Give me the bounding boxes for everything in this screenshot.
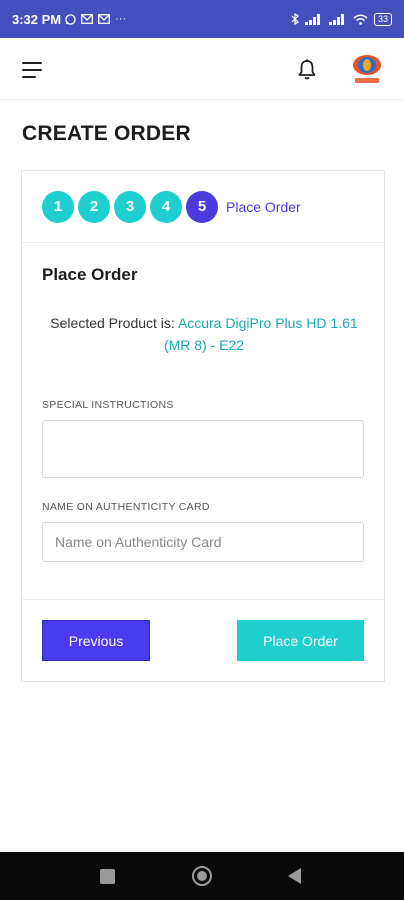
- card-divider: [22, 599, 384, 600]
- menu-icon[interactable]: [22, 62, 42, 78]
- battery-icon: 33: [373, 12, 392, 26]
- section-title: Place Order: [42, 265, 138, 284]
- previous-button[interactable]: Previous: [42, 620, 150, 661]
- back-icon[interactable]: [288, 868, 301, 884]
- status-right: 33: [291, 12, 392, 26]
- stepper: 1 2 3 4 5 Place Order: [22, 171, 384, 243]
- place-order-button[interactable]: Place Order: [237, 620, 364, 661]
- step-3[interactable]: 3: [114, 190, 146, 223]
- bluetooth-icon: [291, 13, 299, 25]
- mail-icon: [81, 14, 94, 24]
- bell-icon[interactable]: [296, 58, 318, 82]
- home-icon[interactable]: [192, 866, 212, 886]
- authenticity-name-label: NAME ON AUTHENTICITY CARD: [42, 501, 210, 513]
- app-header: [0, 38, 404, 100]
- recents-icon[interactable]: [100, 869, 115, 884]
- whatsapp-icon: [65, 13, 76, 25]
- active-step-label: Place Order: [226, 198, 301, 215]
- wifi-icon: [353, 14, 368, 25]
- authenticity-name-input[interactable]: Name on Authenticity Card: [42, 522, 364, 562]
- status-bar: 3:32 PM ··· 33: [0, 0, 404, 38]
- mail-icon: [98, 14, 111, 24]
- more-notifications-icon: ···: [115, 13, 127, 25]
- selected-product-line: Selected Product is: Accura DigiPro Plus…: [42, 312, 366, 356]
- step-1[interactable]: 1: [42, 190, 74, 223]
- step-4[interactable]: 4: [150, 190, 182, 223]
- page-title: CREATE ORDER: [22, 122, 191, 145]
- status-time: 3:32 PM: [12, 11, 62, 27]
- selected-product-prefix: Selected Product is:: [50, 315, 175, 331]
- step-5-active[interactable]: 5: [186, 190, 218, 223]
- step-2[interactable]: 2: [78, 190, 110, 223]
- signal-icon: [304, 13, 320, 25]
- selected-product-name: Accura DigiPro Plus HD 1.61 (MR 8) - E22: [163, 315, 358, 353]
- special-instructions-textarea[interactable]: [42, 420, 364, 478]
- android-nav-bar: [0, 852, 404, 900]
- signal-icon: [328, 13, 344, 25]
- notification-icons: ···: [65, 13, 126, 25]
- brand-logo-icon: [353, 55, 381, 83]
- order-card: 1 2 3 4 5 Place Order Place Order Select…: [21, 170, 385, 682]
- special-instructions-label: SPECIAL INSTRUCTIONS: [42, 399, 174, 411]
